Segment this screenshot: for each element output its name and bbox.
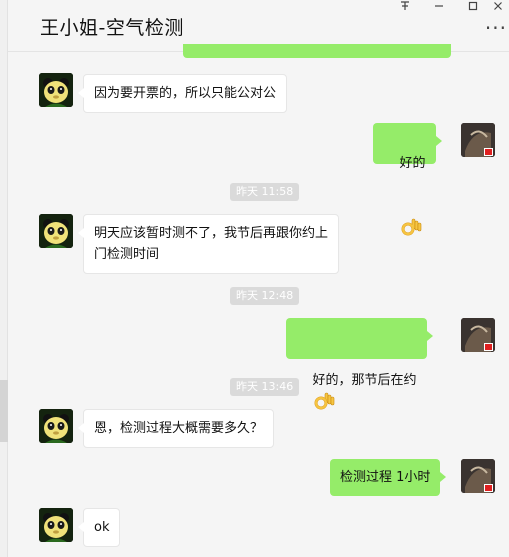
flag-icon <box>484 343 493 351</box>
timestamp: 昨天 13:46 <box>230 378 300 396</box>
message-bubble-incoming[interactable]: 恩，检测过程大概需要多久？ <box>77 409 275 448</box>
message-bubble-incoming[interactable]: 明天应该暂时测不了，我节后再跟你约上 门检测时间 <box>77 214 340 274</box>
message-bubble-incoming[interactable]: 因为要开票的，所以只能公对公 <box>77 74 288 113</box>
flag-icon <box>484 484 493 492</box>
message-bubble-outgoing[interactable]: 好的，那节后在约 <box>286 318 433 410</box>
ok-hand-icon <box>400 174 422 236</box>
more-options-button[interactable]: ··· <box>485 18 507 38</box>
pin-icon[interactable] <box>388 0 422 12</box>
message-bubble-incoming[interactable]: ok <box>77 508 121 547</box>
chat-title: 王小姐-空气检测 <box>40 17 184 39</box>
previous-message-bubble <box>183 44 451 58</box>
contact-avatar[interactable] <box>39 214 73 248</box>
message-text: 好的 <box>399 156 426 171</box>
scrollbar-thumb[interactable] <box>0 380 8 442</box>
timestamp: 昨天 12:48 <box>230 287 300 305</box>
ok-hand-icon <box>313 348 335 410</box>
message-bubble-outgoing[interactable]: 检测过程 1小时 <box>330 459 447 496</box>
maximize-icon[interactable] <box>456 0 490 12</box>
contact-avatar[interactable] <box>39 508 73 542</box>
close-icon[interactable] <box>486 0 509 12</box>
contact-avatar[interactable] <box>39 73 73 107</box>
message-text: 好的，那节后在约 <box>312 373 417 388</box>
flag-icon <box>484 148 493 156</box>
minimize-icon[interactable] <box>422 0 456 12</box>
left-panel-edge <box>0 0 8 557</box>
timestamp: 昨天 11:58 <box>230 183 300 201</box>
message-bubble-outgoing[interactable]: 好的 <box>373 123 442 236</box>
contact-avatar[interactable] <box>39 409 73 443</box>
